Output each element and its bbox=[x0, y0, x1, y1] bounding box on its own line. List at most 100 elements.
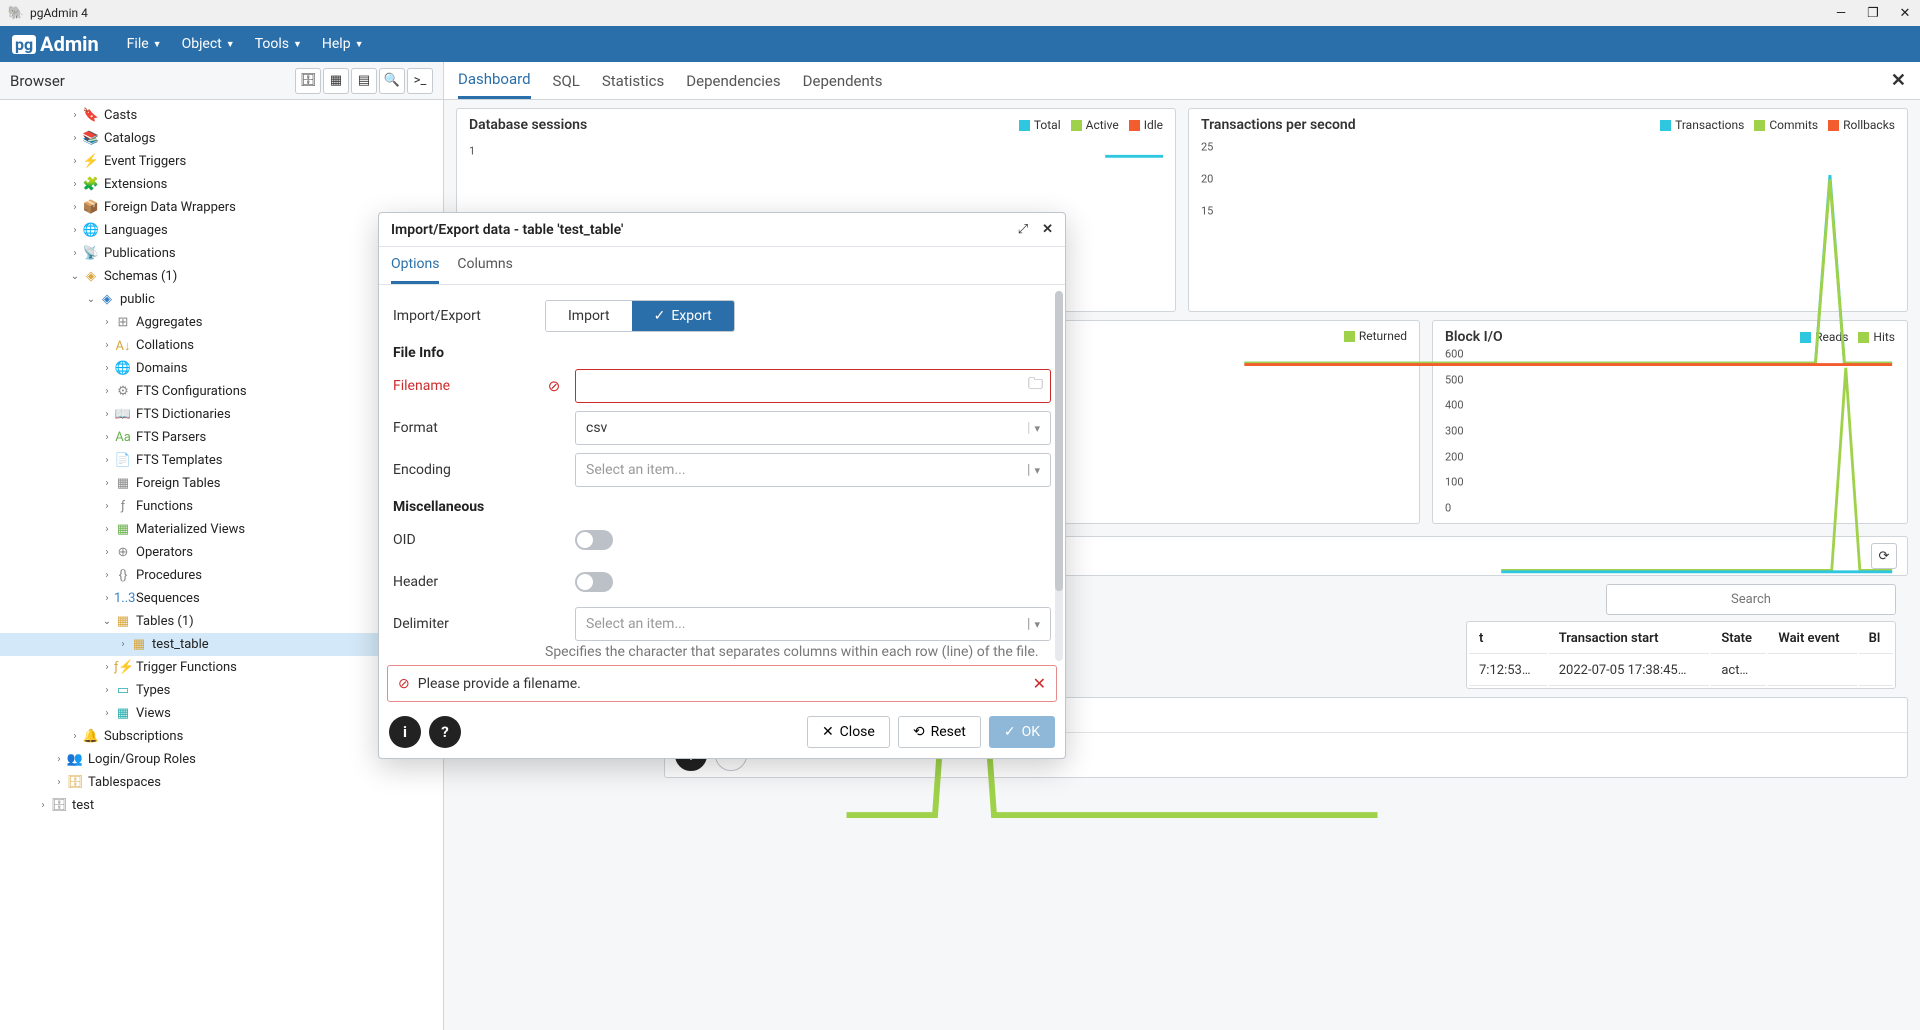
object-tree[interactable]: ›🔖Casts›📚Catalogs›⚡Event Triggers›🧩Exten… bbox=[0, 100, 443, 1030]
tree-node[interactable]: ›▦Views bbox=[0, 702, 443, 725]
reset-button[interactable]: ⟲Reset bbox=[898, 716, 981, 748]
tree-node[interactable]: ›📦Foreign Data Wrappers bbox=[0, 196, 443, 219]
chevron-right-icon[interactable]: › bbox=[36, 800, 50, 811]
tree-node[interactable]: ›📡Publications bbox=[0, 242, 443, 265]
tree-node[interactable]: ›🔔Subscriptions bbox=[0, 725, 443, 748]
chevron-right-icon[interactable]: › bbox=[100, 317, 114, 328]
ok-button[interactable]: ✓OK bbox=[989, 716, 1055, 748]
chevron-right-icon[interactable]: › bbox=[68, 731, 82, 742]
tab-dependencies[interactable]: Dependencies bbox=[686, 64, 780, 98]
tree-node[interactable]: ›⊞Aggregates bbox=[0, 311, 443, 334]
tree-node[interactable]: ›⊕Operators bbox=[0, 541, 443, 564]
chevron-right-icon[interactable]: › bbox=[116, 639, 130, 650]
tree-node[interactable]: ›📖FTS Dictionaries bbox=[0, 403, 443, 426]
tree-node[interactable]: ⌄◈Schemas (1) bbox=[0, 265, 443, 288]
tree-node[interactable]: ›A↓Collations bbox=[0, 334, 443, 357]
tree-node[interactable]: ›{}Procedures bbox=[0, 564, 443, 587]
tree-node[interactable]: ⌄◈public bbox=[0, 288, 443, 311]
filter-button[interactable]: ▤ bbox=[351, 68, 377, 94]
chevron-right-icon[interactable]: › bbox=[100, 363, 114, 374]
import-option[interactable]: Import bbox=[546, 301, 632, 331]
tree-node[interactable]: ›📄FTS Templates bbox=[0, 449, 443, 472]
dialog-tab-columns[interactable]: Columns bbox=[457, 247, 512, 284]
chevron-right-icon[interactable]: › bbox=[100, 547, 114, 558]
close-button[interactable]: ✕Close bbox=[807, 716, 890, 748]
tab-sql[interactable]: SQL bbox=[553, 64, 580, 98]
filename-input[interactable] bbox=[575, 369, 1051, 403]
close-dialog-button[interactable]: ✕ bbox=[1042, 222, 1053, 237]
tab-close-button[interactable]: ✕ bbox=[1891, 70, 1906, 91]
delimiter-select[interactable]: Select an item... |▾ bbox=[575, 607, 1051, 641]
psql-button[interactable]: >_ bbox=[407, 68, 433, 94]
tab-dependents[interactable]: Dependents bbox=[803, 64, 883, 98]
expand-icon[interactable]: ⤢ bbox=[1018, 222, 1028, 237]
chevron-down-icon[interactable]: ⌄ bbox=[68, 271, 82, 282]
tab-dashboard[interactable]: Dashboard bbox=[458, 62, 531, 99]
tree-node[interactable]: ›⚡Event Triggers bbox=[0, 150, 443, 173]
tree-node[interactable]: ›🌐Domains bbox=[0, 357, 443, 380]
tree-node[interactable]: ›⚙FTS Configurations bbox=[0, 380, 443, 403]
tree-node[interactable]: ›🔖Casts bbox=[0, 104, 443, 127]
tree-node[interactable]: ›▦test_table bbox=[0, 633, 443, 656]
dialog-header[interactable]: Import/Export data - table 'test_table' … bbox=[379, 213, 1065, 247]
dialog-info-button[interactable]: i bbox=[389, 716, 421, 748]
chevron-down-icon[interactable]: ⌄ bbox=[84, 294, 98, 305]
maximize-button[interactable]: ❐ bbox=[1866, 6, 1880, 20]
oid-toggle[interactable] bbox=[575, 530, 613, 550]
activity-search-input[interactable] bbox=[1606, 584, 1896, 615]
encoding-select[interactable]: Select an item... |▾ bbox=[575, 453, 1051, 487]
dismiss-error-button[interactable]: ✕ bbox=[1033, 674, 1046, 693]
minimize-button[interactable]: ― bbox=[1834, 6, 1848, 20]
tree-node[interactable]: ›ƒFunctions bbox=[0, 495, 443, 518]
tree-node[interactable]: ›🌐Languages bbox=[0, 219, 443, 242]
chevron-right-icon[interactable]: › bbox=[100, 340, 114, 351]
scrollbar[interactable] bbox=[1055, 291, 1063, 661]
menu-file[interactable]: File▼ bbox=[117, 36, 172, 52]
chevron-right-icon[interactable]: › bbox=[100, 708, 114, 719]
dialog-help-button[interactable]: ? bbox=[429, 716, 461, 748]
export-option[interactable]: ✓Export bbox=[632, 301, 734, 331]
tree-node[interactable]: ›👥Login/Group Roles bbox=[0, 748, 443, 771]
chevron-down-icon[interactable]: ⌄ bbox=[100, 616, 114, 627]
tree-node[interactable]: ›▦Foreign Tables bbox=[0, 472, 443, 495]
menu-object[interactable]: Object▼ bbox=[172, 36, 245, 52]
chevron-right-icon[interactable]: › bbox=[68, 156, 82, 167]
chevron-right-icon[interactable]: › bbox=[100, 409, 114, 420]
tree-node[interactable]: ›▭Types bbox=[0, 679, 443, 702]
chevron-right-icon[interactable]: › bbox=[100, 386, 114, 397]
folder-icon[interactable]: 🗀 bbox=[1028, 374, 1043, 399]
chevron-right-icon[interactable]: › bbox=[68, 225, 82, 236]
chevron-right-icon[interactable]: › bbox=[100, 662, 114, 673]
chevron-right-icon[interactable]: › bbox=[100, 501, 114, 512]
tree-node[interactable]: ›▦Materialized Views bbox=[0, 518, 443, 541]
search-button[interactable]: 🔍 bbox=[379, 68, 405, 94]
tree-node[interactable]: ⌄▦Tables (1) bbox=[0, 610, 443, 633]
chevron-right-icon[interactable]: › bbox=[100, 593, 114, 604]
dialog-tab-options[interactable]: Options bbox=[391, 247, 439, 284]
chevron-right-icon[interactable]: › bbox=[52, 754, 66, 765]
chevron-right-icon[interactable]: › bbox=[100, 455, 114, 466]
chevron-right-icon[interactable]: › bbox=[68, 179, 82, 190]
tree-node[interactable]: ›🧩Extensions bbox=[0, 173, 443, 196]
chevron-right-icon[interactable]: › bbox=[100, 432, 114, 443]
tree-node[interactable]: ›ƒ⚡Trigger Functions bbox=[0, 656, 443, 679]
tree-node[interactable]: ›1..3Sequences bbox=[0, 587, 443, 610]
chevron-right-icon[interactable]: › bbox=[100, 685, 114, 696]
chevron-right-icon[interactable]: › bbox=[100, 570, 114, 581]
format-select[interactable]: csv |▾ bbox=[575, 411, 1051, 445]
query-tool-button[interactable]: 🗄 bbox=[295, 68, 321, 94]
menu-help[interactable]: Help▼ bbox=[312, 36, 374, 52]
chevron-right-icon[interactable]: › bbox=[68, 133, 82, 144]
menu-tools[interactable]: Tools▼ bbox=[245, 36, 312, 52]
chevron-right-icon[interactable]: › bbox=[68, 248, 82, 259]
chevron-right-icon[interactable]: › bbox=[52, 777, 66, 788]
header-toggle[interactable] bbox=[575, 572, 613, 592]
tab-statistics[interactable]: Statistics bbox=[602, 64, 664, 98]
table-row[interactable]: 7:12:53… 2022-07-05 17:38:45… act… bbox=[1469, 656, 1893, 686]
chevron-right-icon[interactable]: › bbox=[100, 524, 114, 535]
import-export-toggle[interactable]: Import ✓Export bbox=[545, 300, 735, 332]
chevron-right-icon[interactable]: › bbox=[68, 202, 82, 213]
chevron-right-icon[interactable]: › bbox=[68, 110, 82, 121]
close-window-button[interactable]: ✕ bbox=[1898, 6, 1912, 20]
view-data-button[interactable]: ▦ bbox=[323, 68, 349, 94]
